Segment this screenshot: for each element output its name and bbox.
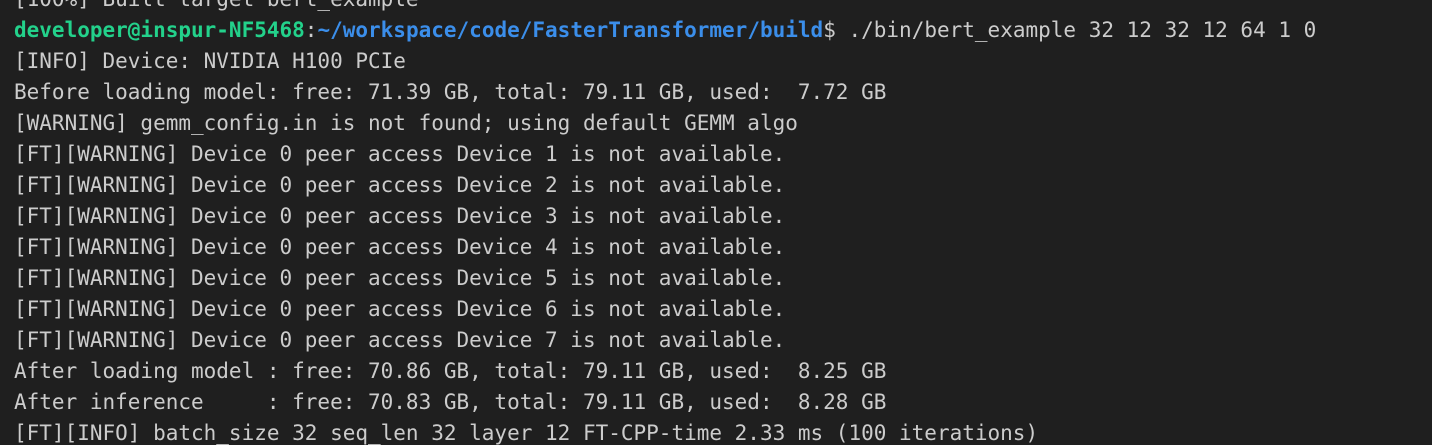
terminal-output: [100%] Built target bert_example develop… [14,0,1432,445]
terminal-output-line: [FT][INFO] batch_size 32 seq_len 32 laye… [14,421,1039,445]
prompt-dollar: $ [823,18,836,42]
terminal-output-line: After loading model : free: 70.86 GB, to… [14,359,887,383]
prompt-separator: : [304,18,318,42]
terminal-output-line: [FT][WARNING] Device 0 peer access Devic… [14,204,786,228]
terminal-output-line: [FT][WARNING] Device 0 peer access Devic… [14,173,786,197]
terminal-output-line: [INFO] Device: NVIDIA H100 PCIe [14,49,406,73]
terminal-output-line: [FT][WARNING] Device 0 peer access Devic… [14,328,786,352]
terminal-window[interactable]: [100%] Built target bert_example develop… [0,0,1432,445]
command-text: ./bin/bert_example 32 12 32 12 64 1 0 [835,18,1317,42]
prompt-path: ~/workspace/code/FasterTransformer/build [317,18,824,42]
terminal-output-line: After inference : free: 70.83 GB, total:… [14,390,887,414]
prompt-user-host: developer@inspur-NF5468 [14,18,305,42]
terminal-output-line: [FT][WARNING] Device 0 peer access Devic… [14,297,786,321]
terminal-output-line: [FT][WARNING] Device 0 peer access Devic… [14,142,786,166]
terminal-output-line: Before loading model: free: 71.39 GB, to… [14,80,887,104]
prompt-line: developer@inspur-NF5468:~/workspace/code… [14,15,1432,46]
terminal-output-line: [WARNING] gemm_config.in is not found; u… [14,111,798,135]
terminal-output-line: [FT][WARNING] Device 0 peer access Devic… [14,235,786,259]
terminal-output-line: [FT][WARNING] Device 0 peer access Devic… [14,266,786,290]
terminal-line-cut-top: [100%] Built target bert_example [14,0,1432,15]
